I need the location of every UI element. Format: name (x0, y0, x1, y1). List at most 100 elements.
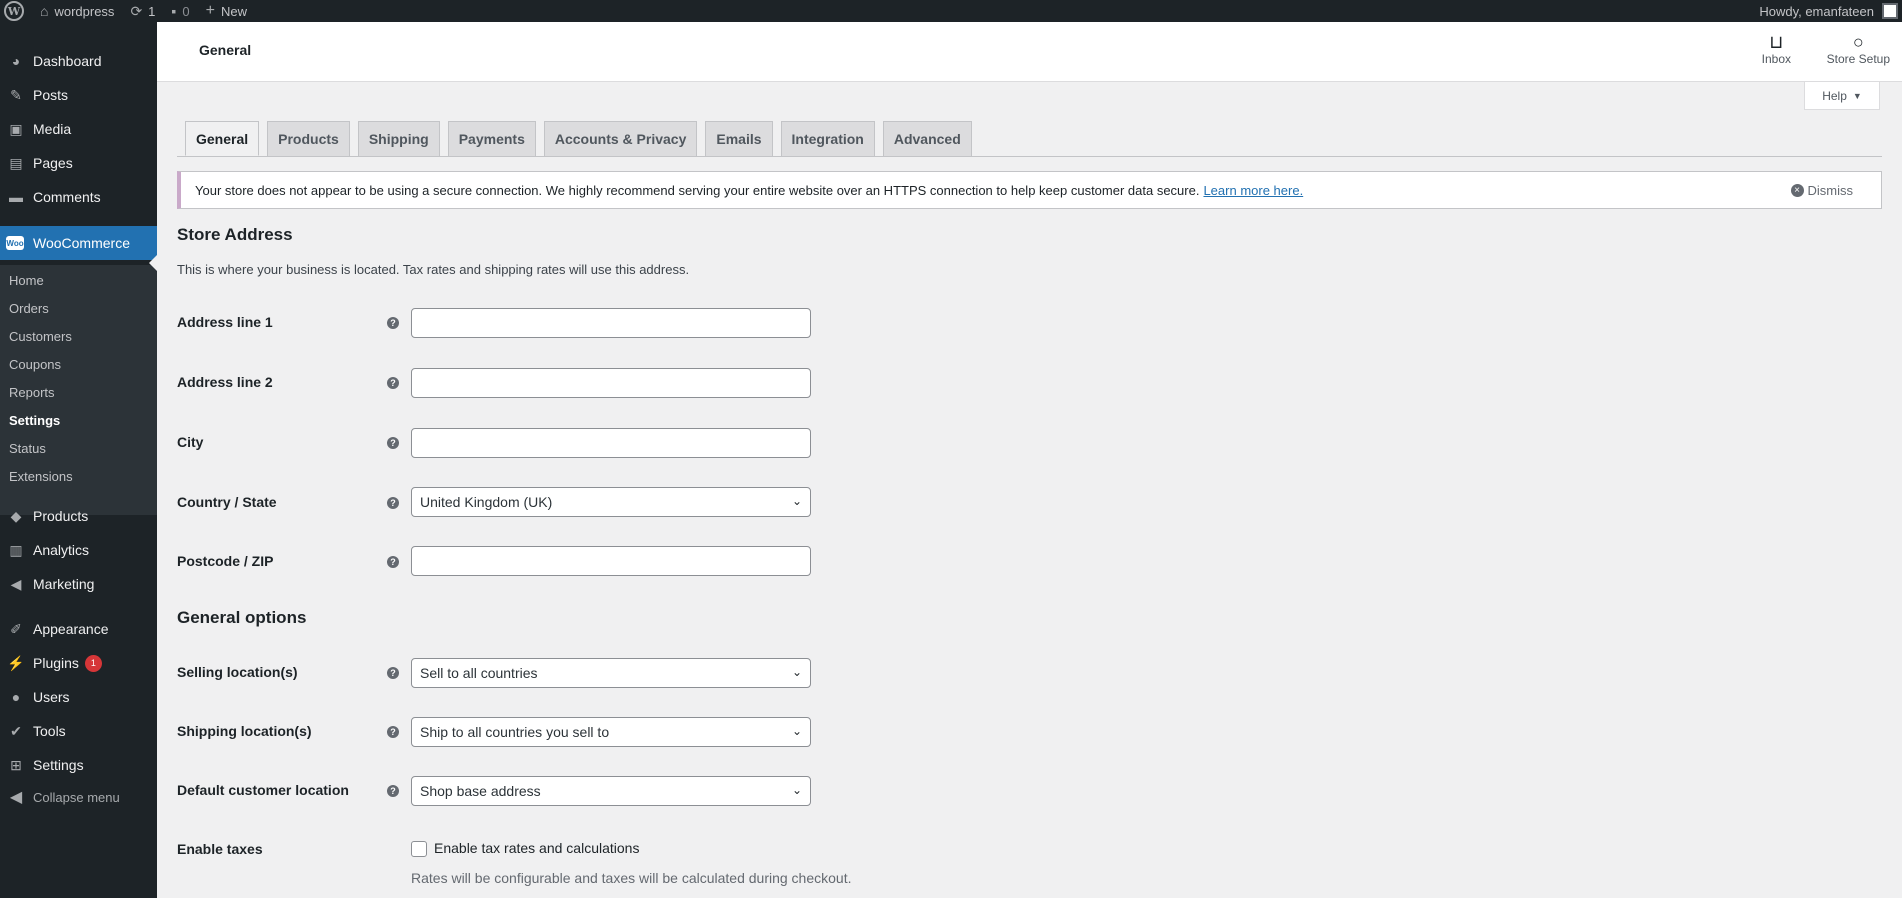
tab-products[interactable]: Products (267, 121, 350, 156)
general-options-heading: General options (177, 608, 307, 627)
caret-down-icon: ▼ (1852, 90, 1862, 101)
address-line-1-label: Address line 1 (177, 314, 273, 330)
help-tip-icon[interactable]: ? (387, 667, 399, 679)
chart-icon: ▥ (9, 541, 23, 558)
sidebar-item-media[interactable]: ▣ Media (0, 119, 157, 139)
shipping-locations-select[interactable]: Ship to all countries you sell to ⌄ (411, 717, 811, 747)
learn-more-link[interactable]: Learn more here. (1203, 183, 1303, 198)
close-icon: × (1790, 184, 1804, 197)
tab-payments[interactable]: Payments (447, 121, 536, 156)
tab-general[interactable]: General (185, 121, 260, 156)
comments-link[interactable]: ▪ 0 (163, 0, 197, 22)
sidebar-item-users[interactable]: ● Users (0, 687, 157, 707)
country-state-value: United Kingdom (UK) (420, 494, 553, 510)
help-tip-icon[interactable]: ? (387, 556, 399, 568)
sidebar-item-label: Media (33, 121, 72, 137)
inbox-label: Inbox (1761, 52, 1791, 66)
chevron-down-icon: ⌄ (791, 724, 802, 738)
submenu-item-customers[interactable]: Customers (9, 329, 72, 344)
plus-icon: + (205, 2, 215, 19)
tab-shipping[interactable]: Shipping (357, 121, 440, 156)
help-tip-icon[interactable]: ? (387, 377, 399, 389)
selling-locations-select[interactable]: Sell to all countries ⌄ (411, 658, 811, 688)
default-customer-location-label: Default customer location (177, 782, 349, 798)
help-button[interactable]: Help ▼ (1804, 82, 1880, 110)
sidebar-item-posts[interactable]: ✎ Posts (0, 85, 157, 105)
enable-taxes-description: Rates will be configurable and taxes wil… (411, 870, 852, 886)
tab-accounts-privacy[interactable]: Accounts & Privacy (543, 121, 698, 156)
sidebar-item-label: Pages (33, 155, 73, 171)
submenu-item-reports[interactable]: Reports (9, 385, 55, 400)
submenu-item-status[interactable]: Status (9, 441, 46, 456)
sidebar-item-appearance[interactable]: ✐ Appearance (0, 619, 157, 639)
address-line-2-input[interactable] (411, 368, 811, 398)
inbox-button[interactable]: ⊔ Inbox (1762, 32, 1791, 66)
shipping-locations-label: Shipping location(s) (177, 723, 312, 739)
updates-count: 1 (148, 3, 156, 19)
wordpress-logo-menu[interactable]: W (0, 0, 32, 22)
sidebar-item-label: WooCommerce (33, 235, 130, 251)
dismiss-button[interactable]: × Dismiss (1790, 183, 1853, 198)
megaphone-icon: ◀ (10, 575, 22, 592)
sidebar-item-pages[interactable]: ▤ Pages (0, 153, 157, 173)
default-customer-location-value: Shop base address (420, 783, 541, 799)
sidebar-item-label: Posts (33, 87, 69, 103)
sidebar-item-label: Tools (33, 723, 66, 739)
help-tip-icon[interactable]: ? (387, 726, 399, 738)
wordpress-logo-icon: W (4, 1, 24, 21)
new-content-link[interactable]: + New (198, 0, 255, 22)
updates-link[interactable]: ⟳ 1 (122, 0, 163, 22)
sidebar-item-dashboard[interactable]: ◕ Dashboard (0, 51, 157, 71)
woo-icon: Woo (6, 236, 24, 250)
submenu-item-settings[interactable]: Settings (9, 413, 60, 428)
sidebar-item-settings[interactable]: ⊞ Settings (0, 755, 157, 775)
address-line-1-input[interactable] (411, 308, 811, 338)
sidebar-item-analytics[interactable]: ▥ Analytics (0, 540, 157, 560)
country-state-label: Country / State (177, 494, 277, 510)
default-customer-location-select[interactable]: Shop base address ⌄ (411, 776, 811, 806)
help-tip-icon[interactable]: ? (387, 317, 399, 329)
submenu-item-extensions[interactable]: Extensions (9, 469, 73, 484)
sidebar-item-products[interactable]: ◆ Products (0, 506, 157, 526)
tab-integration[interactable]: Integration (780, 121, 875, 156)
tab-emails[interactable]: Emails (705, 121, 773, 156)
sidebar-item-label: Products (33, 508, 89, 524)
media-icon: ▣ (9, 120, 23, 137)
store-setup-button[interactable]: ○ Store Setup (1827, 32, 1890, 66)
submenu-item-coupons[interactable]: Coupons (9, 357, 61, 372)
my-account-menu[interactable]: Howdy, emanfateen (1759, 0, 1902, 22)
sidebar-item-comments[interactable]: ▬ Comments (0, 187, 157, 207)
submenu-item-home[interactable]: Home (9, 273, 44, 288)
help-tip-icon[interactable]: ? (387, 785, 399, 797)
inbox-icon: ⊔ (1769, 32, 1784, 52)
home-icon: ⌂ (40, 3, 49, 19)
sidebar-item-label: Plugins (33, 655, 79, 671)
help-tip-icon[interactable]: ? (387, 497, 399, 509)
user-icon: ● (11, 689, 21, 705)
sidebar-item-label: Dashboard (33, 53, 102, 69)
tab-advanced[interactable]: Advanced (882, 121, 972, 156)
comment-icon: ▬ (9, 189, 23, 205)
https-notice: Your store does not appear to be using a… (177, 171, 1882, 209)
sidebar-item-plugins[interactable]: ⚡ Plugins 1 (0, 653, 157, 673)
site-name-link[interactable]: ⌂ wordpress (32, 0, 122, 22)
postcode-label: Postcode / ZIP (177, 553, 274, 569)
collapse-menu-label: Collapse menu (33, 789, 120, 805)
tabs-divider (177, 156, 1882, 157)
collapse-menu-button[interactable]: ◀ Collapse menu (0, 787, 157, 807)
submenu-item-orders[interactable]: Orders (9, 301, 49, 316)
postcode-input[interactable] (411, 546, 811, 576)
comments-count: 0 (182, 3, 190, 19)
enable-taxes-label: Enable taxes (177, 841, 263, 857)
help-tip-icon[interactable]: ? (387, 437, 399, 449)
box-icon: ◆ (10, 507, 22, 524)
sidebar-item-marketing[interactable]: ◀ Marketing (0, 574, 157, 594)
store-address-heading: Store Address (177, 225, 293, 244)
enable-taxes-checkbox-label[interactable]: Enable tax rates and calculations (434, 840, 639, 856)
city-input[interactable] (411, 428, 811, 458)
notice-text: Your store does not appear to be using a… (195, 182, 1200, 198)
enable-taxes-checkbox[interactable] (411, 841, 427, 857)
sidebar-item-woocommerce[interactable]: Woo WooCommerce (0, 226, 157, 260)
country-state-select[interactable]: United Kingdom (UK) ⌄ (411, 487, 811, 517)
sidebar-item-tools[interactable]: ✔ Tools (0, 721, 157, 741)
